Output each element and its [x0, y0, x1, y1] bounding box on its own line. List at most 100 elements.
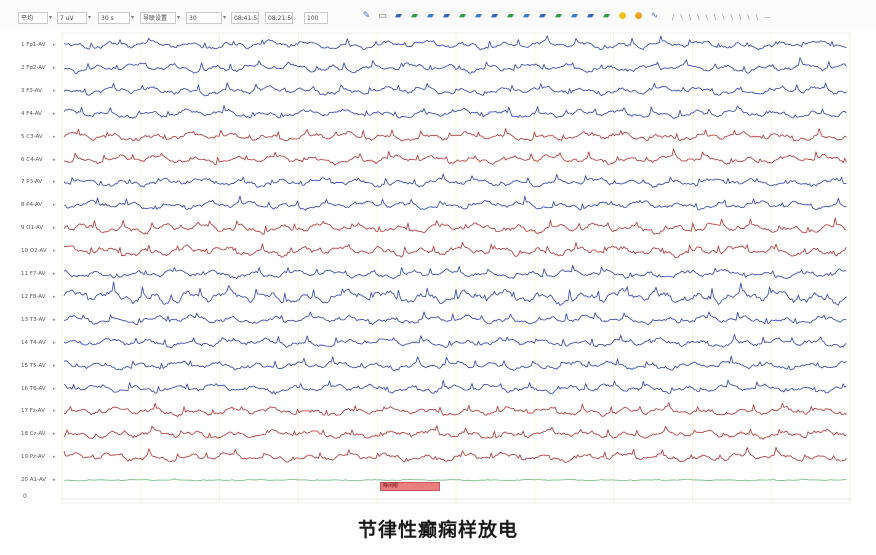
- tool-icon[interactable]: ▰: [456, 11, 469, 21]
- channel-label[interactable]: 3 F3-AV: [21, 87, 42, 95]
- chevron-down-icon[interactable]: ▾: [131, 14, 134, 21]
- channel-trace: [63, 195, 847, 211]
- channel-arrow-icon[interactable]: ▸: [53, 293, 56, 301]
- channel-label[interactable]: 12 F8-AV: [21, 293, 45, 301]
- channel-label[interactable]: 5 C3-AV: [21, 133, 43, 141]
- channel-label[interactable]: 17 Fz-AV: [21, 407, 45, 415]
- time-end-field[interactable]: 08:21:50: [265, 12, 293, 24]
- channel-arrow-icon[interactable]: ▸: [53, 453, 56, 461]
- tool-icon[interactable]: ▰: [440, 11, 453, 21]
- filter-select[interactable]: 30 s: [98, 12, 130, 24]
- channel-trace: [63, 242, 847, 259]
- channel-arrow-icon[interactable]: ▸: [53, 407, 56, 415]
- channel-label[interactable]: 10 O2-AV: [21, 247, 47, 255]
- speed-select[interactable]: 30: [186, 12, 222, 24]
- channel-trace: [63, 105, 847, 119]
- tool-icon[interactable]: ▰: [424, 11, 437, 21]
- channel-arrow-icon[interactable]: ▸: [53, 270, 56, 278]
- time-start-field[interactable]: 08:41:52: [231, 12, 259, 24]
- draw-tool-icon[interactable]: —: [764, 13, 771, 21]
- channel-arrow-icon[interactable]: ▸: [53, 224, 56, 232]
- wave-icon[interactable]: ∿: [648, 11, 661, 21]
- draw-tool-icon[interactable]: \: [722, 13, 724, 21]
- draw-tool-icon[interactable]: \: [747, 13, 749, 21]
- channel-label[interactable]: 1 Fp1-AV: [21, 41, 45, 49]
- channel-label[interactable]: 7 P3-AV: [21, 178, 42, 186]
- channel-arrow-icon[interactable]: ▸: [53, 87, 56, 95]
- channel-trace: [63, 82, 847, 97]
- channel-label[interactable]: 15 T5-AV: [21, 362, 46, 370]
- chevron-down-icon[interactable]: ▾: [49, 14, 52, 21]
- channel-arrow-icon[interactable]: ▸: [53, 201, 56, 209]
- channel-trace: [63, 402, 847, 417]
- channel-arrow-icon[interactable]: ▸: [53, 178, 56, 186]
- eeg-canvas: [61, 32, 851, 504]
- channel-trace: [63, 57, 847, 74]
- channel-trace: [63, 173, 847, 189]
- channel-arrow-icon[interactable]: ▸: [53, 156, 56, 164]
- channel-arrow-icon[interactable]: ▸: [53, 110, 56, 118]
- dot-icon[interactable]: ●: [632, 11, 645, 21]
- toolbar: 平均 ▾ 7 uV ▾ 30 s ▾ 导联设置 ▾ 30 ▾ 08:41:52 …: [0, 0, 876, 30]
- channel-label[interactable]: 19 Pz-AV: [21, 453, 45, 461]
- channel-arrow-icon[interactable]: ▸: [53, 362, 56, 370]
- channel-arrow-icon[interactable]: ▸: [53, 133, 56, 141]
- sensitivity-select[interactable]: 7 uV: [57, 12, 87, 24]
- draw-tool-icon[interactable]: \: [731, 13, 733, 21]
- channel-trace: [63, 379, 847, 395]
- draw-tool-icon[interactable]: \: [714, 13, 716, 21]
- tool-icon[interactable]: ▰: [472, 11, 485, 21]
- tool-icon[interactable]: ▰: [536, 11, 549, 21]
- channel-label[interactable]: 4 F4-AV: [21, 110, 42, 118]
- pen-icon[interactable]: ✎: [360, 11, 373, 21]
- channel-label[interactable]: 18 Cz-AV: [21, 430, 46, 438]
- channel-label[interactable]: 20 A1-AV: [21, 476, 46, 484]
- tool-icon[interactable]: ▰: [488, 11, 501, 21]
- channel-label[interactable]: 14 T4-AV: [21, 339, 46, 347]
- tool-icon[interactable]: ▰: [408, 11, 421, 21]
- channel-label[interactable]: 16 T6-AV: [21, 385, 46, 393]
- tool-icon[interactable]: ▰: [568, 11, 581, 21]
- page-field[interactable]: 100: [304, 12, 328, 24]
- channel-arrow-icon[interactable]: ▸: [53, 247, 56, 255]
- toolbar-tools: / \ \ \ \ \ \ \ \ \ \ —: [672, 13, 771, 21]
- channel-arrow-icon[interactable]: ▸: [53, 339, 56, 347]
- draw-tool-icon[interactable]: \: [697, 13, 699, 21]
- channel-label[interactable]: 13 T3-AV: [21, 316, 46, 324]
- channel-trace: [63, 334, 847, 349]
- tool-icon[interactable]: ▰: [520, 11, 533, 21]
- draw-tool-icon[interactable]: \: [739, 13, 741, 21]
- chevron-down-icon[interactable]: ▾: [88, 14, 91, 21]
- tool-icon[interactable]: ▰: [392, 11, 405, 21]
- channel-arrow-icon[interactable]: ▸: [53, 316, 56, 324]
- window-icon[interactable]: ▭: [376, 11, 389, 21]
- tool-icon[interactable]: ▰: [600, 11, 613, 21]
- chevron-down-icon[interactable]: ▾: [177, 14, 180, 21]
- draw-tool-icon[interactable]: /: [672, 13, 674, 21]
- montage-select[interactable]: 平均: [18, 12, 48, 24]
- draw-tool-icon[interactable]: \: [756, 13, 758, 21]
- face-icon[interactable]: ●: [616, 11, 629, 21]
- tool-icon[interactable]: ▰: [584, 11, 597, 21]
- chevron-down-icon[interactable]: ▾: [223, 14, 226, 21]
- channel-trace: [63, 217, 847, 235]
- draw-tool-icon[interactable]: \: [680, 13, 682, 21]
- channel-arrow-icon[interactable]: ▸: [53, 64, 56, 72]
- channel-trace: [63, 355, 847, 372]
- channel-arrow-icon[interactable]: ▸: [53, 385, 56, 393]
- channel-label[interactable]: 6 C4-AV: [21, 156, 43, 164]
- mode-select[interactable]: 导联设置: [140, 12, 176, 24]
- channel-arrow-icon[interactable]: ▸: [53, 476, 56, 484]
- channel-label[interactable]: 8 P4-AV: [21, 201, 42, 209]
- event-marker[interactable]: 睁闭眼: [380, 482, 440, 491]
- draw-tool-icon[interactable]: \: [689, 13, 691, 21]
- eeg-chart[interactable]: [0, 30, 876, 508]
- channel-label[interactable]: 11 F7-AV: [21, 270, 45, 278]
- tool-icon[interactable]: ▰: [504, 11, 517, 21]
- channel-label[interactable]: 9 O1-AV: [21, 224, 43, 232]
- tool-icon[interactable]: ▰: [552, 11, 565, 21]
- channel-label[interactable]: 2 Fp2-AV: [21, 64, 45, 72]
- channel-arrow-icon[interactable]: ▸: [53, 41, 56, 49]
- draw-tool-icon[interactable]: \: [705, 13, 707, 21]
- channel-arrow-icon[interactable]: ▸: [53, 430, 56, 438]
